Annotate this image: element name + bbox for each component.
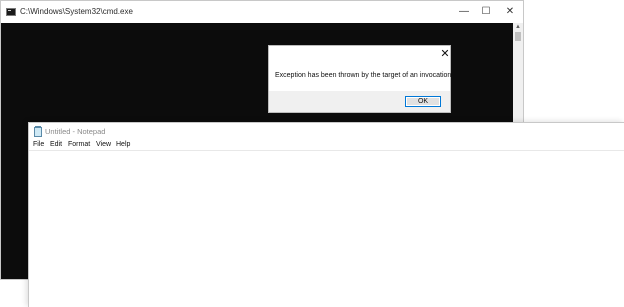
scroll-up-icon[interactable]: ▲ <box>514 24 522 30</box>
menu-help[interactable]: Help <box>116 141 130 148</box>
scroll-thumb[interactable] <box>515 32 521 41</box>
dialog-message: Exception has been thrown by the target … <box>275 72 454 79</box>
error-dialog: ✕ Exception has been thrown by the targe… <box>268 45 454 113</box>
console-icon <box>6 8 16 16</box>
cmd-title: C:\Windows\System32\cmd.exe <box>20 7 133 16</box>
cmd-titlebar[interactable]: C:\Windows\System32\cmd.exe — ☐ ✕ <box>1 1 523 23</box>
ok-button[interactable]: OK <box>405 96 441 107</box>
notepad-title: Untitled - Notepad <box>45 127 106 136</box>
close-icon[interactable]: ✕ <box>439 48 451 60</box>
notepad-icon <box>34 126 42 137</box>
dialog-footer: OK <box>269 91 450 112</box>
menu-view[interactable]: View <box>96 141 111 148</box>
menu-file[interactable]: File <box>33 141 44 148</box>
text-editor[interactable] <box>29 151 624 307</box>
menu-bar: File Edit Format View Help <box>29 139 624 150</box>
minimize-button[interactable]: — <box>453 3 475 21</box>
menu-format[interactable]: Format <box>68 141 90 148</box>
menu-edit[interactable]: Edit <box>50 141 62 148</box>
maximize-button[interactable]: ☐ <box>475 3 497 21</box>
close-button[interactable]: ✕ <box>499 3 521 21</box>
notepad-window: Untitled - Notepad File Edit Format View… <box>28 122 624 307</box>
